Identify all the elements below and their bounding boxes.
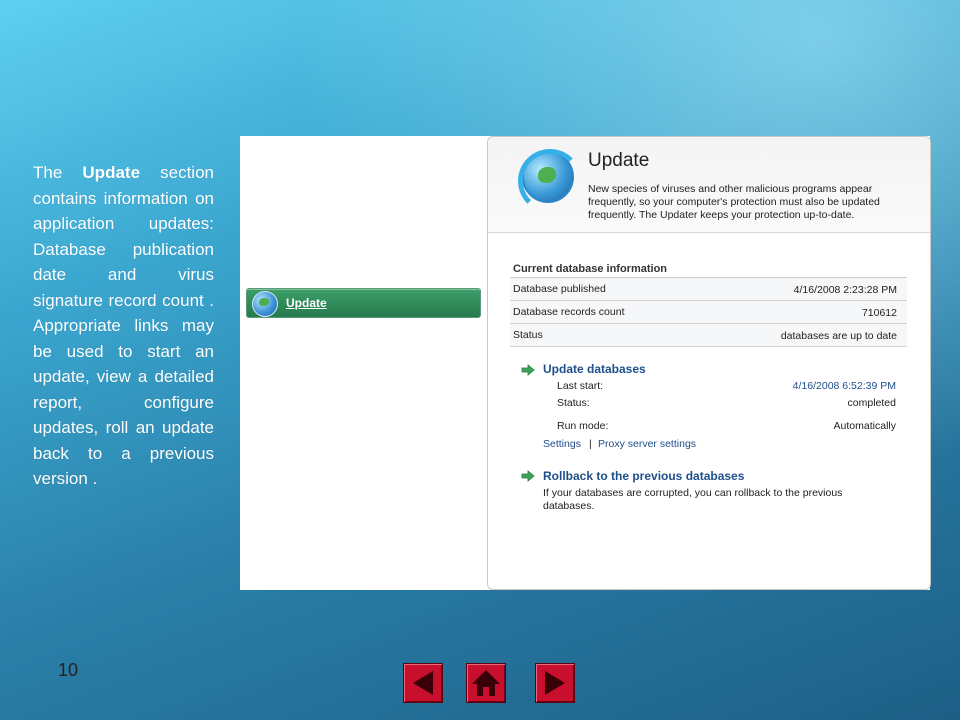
description-text-rest: section contains information on applicat… <box>33 163 214 488</box>
prev-slide-button[interactable] <box>403 663 443 703</box>
slide-description: The Update section contains information … <box>33 160 214 492</box>
description-text-start: The <box>33 163 83 182</box>
rollback-description: If your databases are corrupted, you can… <box>543 487 843 512</box>
row-value: 4/16/2008 2:23:28 PM <box>793 284 897 296</box>
status-label: Status: <box>557 397 590 409</box>
panel-description: New species of viruses and other malicio… <box>588 183 880 221</box>
settings-link[interactable]: Settings <box>543 438 581 450</box>
sidebar-item-update[interactable]: Update <box>246 288 481 318</box>
app-screenshot: Update Update New species of viruses and… <box>240 136 931 590</box>
panel-header: Update New species of viruses and other … <box>488 137 930 233</box>
row-label: Status <box>513 329 543 341</box>
rollback-link[interactable]: Rollback to the previous databases <box>543 469 744 483</box>
table-row: Database records count 710612 <box>510 301 907 324</box>
prev-slide-icon <box>413 671 433 695</box>
home-button[interactable] <box>466 663 506 703</box>
link-separator: | <box>589 438 592 450</box>
update-globe-icon <box>518 149 582 213</box>
table-row: Database published 4/16/2008 2:23:28 PM <box>510 278 907 301</box>
update-databases-link[interactable]: Update databases <box>543 362 646 376</box>
update-panel: Update New species of viruses and other … <box>487 136 931 590</box>
next-slide-button[interactable] <box>535 663 575 703</box>
description-keyword: Update <box>82 163 141 182</box>
last-start-label: Last start: <box>557 380 604 392</box>
run-mode-value: Automatically <box>833 420 896 432</box>
row-label: Database published <box>513 283 606 295</box>
table-row: Status databases are up to date <box>510 324 907 347</box>
green-arrow-icon <box>521 470 535 482</box>
database-info-heading: Current database information <box>513 263 668 275</box>
home-icon <box>472 670 500 696</box>
row-value: databases are up to date <box>780 330 897 342</box>
database-info-table: Database published 4/16/2008 2:23:28 PM … <box>510 277 907 347</box>
row-label: Database records count <box>513 306 625 318</box>
globe-update-icon <box>252 291 278 317</box>
status-value: completed <box>847 397 896 409</box>
panel-title: Update <box>588 150 650 171</box>
green-arrow-icon <box>521 364 535 376</box>
run-mode-label: Run mode: <box>557 420 609 432</box>
sidebar-item-label: Update <box>286 296 327 310</box>
slide-number: 10 <box>58 660 79 680</box>
last-start-value: 4/16/2008 6:52:39 PM <box>792 380 896 392</box>
row-value: 710612 <box>861 307 897 319</box>
next-slide-icon <box>545 671 565 695</box>
proxy-settings-link[interactable]: Proxy server settings <box>598 438 696 450</box>
